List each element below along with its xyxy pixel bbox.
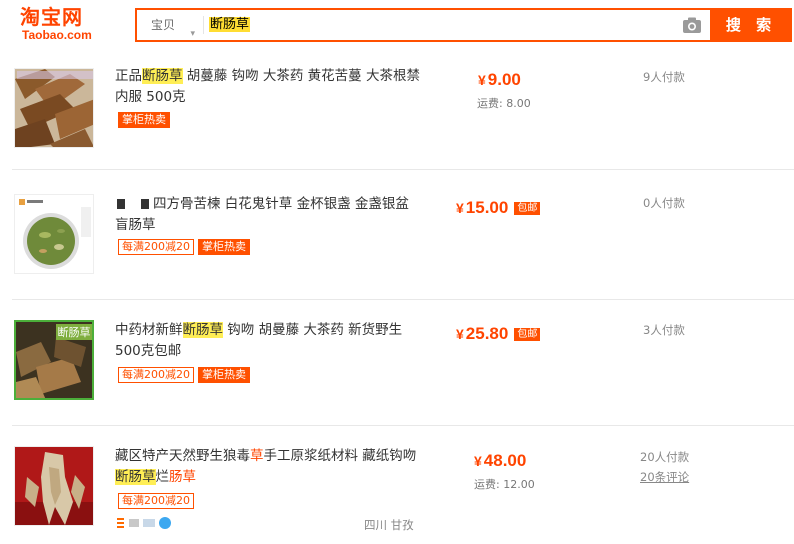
header: 淘宝网 Taobao.com 宝贝 ▾ 断肠草 搜 索 xyxy=(0,0,794,48)
title-keyword-red: 草 xyxy=(250,448,264,464)
product-image[interactable] xyxy=(14,446,94,526)
tag-hot-sale[interactable]: 掌柜热卖 xyxy=(198,367,250,383)
search-bar: 宝贝 ▾ 断肠草 搜 索 xyxy=(135,8,792,42)
list-item: 正品断肠草 胡蔓藤 钩吻 大茶药 黄花苦蔓 大茶根禁内服 500克 掌柜热卖 ¥… xyxy=(0,48,794,170)
shop-badge-icons[interactable] xyxy=(117,516,173,530)
product-image[interactable]: 断肠草 xyxy=(14,320,94,400)
promo-tags: 每满200减20 掌柜热卖 xyxy=(118,239,254,255)
tag-discount[interactable]: 每满200减20 xyxy=(118,367,194,383)
price-value: 15.00 xyxy=(465,198,509,217)
price-value: 48.00 xyxy=(483,451,527,470)
price: ¥48.00 xyxy=(474,451,526,471)
logo-text-cn: 淘宝网 xyxy=(20,5,83,29)
product-image-herb-bowl xyxy=(15,195,93,273)
tag-discount[interactable]: 每满200减20 xyxy=(118,493,194,509)
tag-hot-sale[interactable]: 掌柜热卖 xyxy=(198,239,250,255)
search-type-label: 宝贝 xyxy=(151,18,176,32)
price: ¥9.00 xyxy=(478,70,521,90)
price-value: 25.80 xyxy=(465,324,509,343)
promo-tags: 每满200减20 xyxy=(118,493,198,509)
tag-hot-sale[interactable]: 掌柜热卖 xyxy=(118,112,170,128)
list-item: 藏区特产天然野生狼毒草手工原浆纸材料 藏纸钩吻断肠草烂肠草 每满200减20 四… xyxy=(0,426,794,544)
product-image[interactable] xyxy=(14,68,94,148)
product-title[interactable]: 藏区特产天然野生狼毒草手工原浆纸材料 藏纸钩吻断肠草烂肠草 xyxy=(115,446,420,488)
title-text: 烂 xyxy=(155,469,170,485)
chevron-down-icon: ▾ xyxy=(190,29,195,39)
search-input[interactable]: 断肠草 xyxy=(207,10,677,40)
title-text: 藏区特产天然野生狼毒 xyxy=(115,448,250,464)
title-text: 正品 xyxy=(115,68,142,84)
title-text: 中药材新鲜 xyxy=(115,322,183,338)
camera-icon[interactable] xyxy=(682,16,702,34)
currency-symbol: ¥ xyxy=(478,72,486,88)
price-value: 9.00 xyxy=(487,70,521,89)
title-text: 四方骨苦楝 白花鬼针草 金杯银盏 金盏银盆 盲肠草 xyxy=(115,196,409,233)
search-button[interactable]: 搜 索 xyxy=(710,8,792,42)
price: ¥25.80 包邮 xyxy=(456,324,541,344)
title-keyword-highlight: 断肠草 xyxy=(115,469,156,485)
promo-tags: 每满200减20 掌柜热卖 xyxy=(118,367,254,383)
reviews-link[interactable]: 20条评论 xyxy=(640,469,689,485)
sales-count: 9人付款 xyxy=(643,70,685,84)
product-image-roots xyxy=(15,69,93,147)
price: ¥15.00 包邮 xyxy=(456,198,541,218)
shipping-fee: 运费: 12.00 xyxy=(474,478,535,491)
product-image-herb-pile: 断肠草 xyxy=(16,322,92,398)
product-image-root xyxy=(15,447,93,525)
logo-text-en: Taobao.com xyxy=(22,28,92,42)
list-item: 四方骨苦楝 白花鬼针草 金杯银盏 金盏银盆 盲肠草 每满200减20 掌柜热卖 ¥… xyxy=(0,170,794,300)
sales-count: 0人付款 xyxy=(643,196,685,210)
title-keyword-highlight: 断肠草 xyxy=(182,322,223,338)
shipping-fee: 运费: 8.00 xyxy=(477,97,531,110)
shop-location: 四川 甘孜 xyxy=(364,518,414,532)
sales-count: 20人付款 xyxy=(640,450,690,464)
currency-symbol: ¥ xyxy=(456,200,464,216)
search-type-select[interactable]: 宝贝 ▾ xyxy=(137,10,203,40)
sales-count: 3人付款 xyxy=(643,323,685,337)
thumb-caption: 断肠草 xyxy=(58,325,91,339)
free-shipping-badge: 包邮 xyxy=(514,328,541,341)
blurred-brand-mark xyxy=(141,199,149,209)
product-title[interactable]: 四方骨苦楝 白花鬼针草 金杯银盏 金盏银盆 盲肠草 xyxy=(115,194,420,236)
free-shipping-badge: 包邮 xyxy=(514,202,541,215)
search-query: 断肠草 xyxy=(209,17,251,32)
title-text: 手工原浆纸材料 藏纸钩吻 xyxy=(263,448,417,464)
list-item: 断肠草 中药材新鲜断肠草 钩吻 胡曼藤 大茶药 新货野生500克包邮 每满200… xyxy=(0,300,794,426)
search-divider xyxy=(203,16,204,34)
blurred-brand-mark xyxy=(117,199,125,209)
product-title[interactable]: 中药材新鲜断肠草 钩吻 胡曼藤 大茶药 新货野生500克包邮 xyxy=(115,320,420,362)
promo-tags: 掌柜热卖 xyxy=(118,112,174,128)
product-title[interactable]: 正品断肠草 胡蔓藤 钩吻 大茶药 黄花苦蔓 大茶根禁内服 500克 xyxy=(115,66,420,108)
taobao-logo[interactable]: 淘宝网 Taobao.com xyxy=(20,6,108,44)
title-keyword-highlight: 断肠草 xyxy=(142,68,183,84)
currency-symbol: ¥ xyxy=(456,326,464,342)
currency-symbol: ¥ xyxy=(474,453,482,469)
product-image[interactable] xyxy=(14,194,94,274)
title-keyword-red: 肠草 xyxy=(169,469,196,485)
tag-discount[interactable]: 每满200减20 xyxy=(118,239,194,255)
